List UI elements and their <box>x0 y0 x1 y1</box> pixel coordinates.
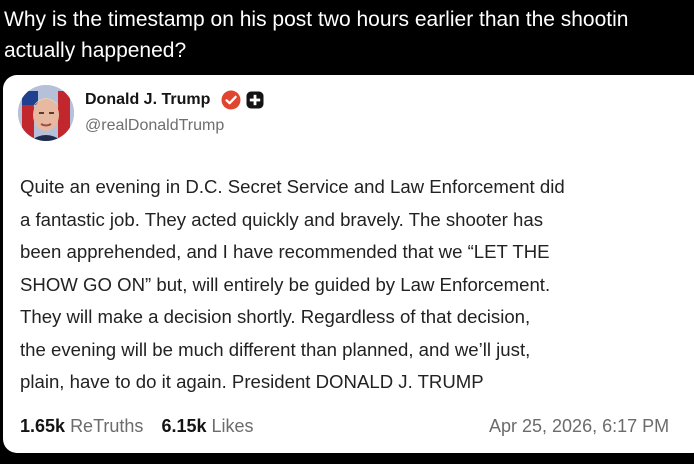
question-text: Why is the timestamp on his post two hou… <box>4 4 692 66</box>
retruths-label: ReTruths <box>70 416 144 436</box>
verified-badge-icon <box>221 90 241 110</box>
post-body-line: been apprehended, and I have recommended… <box>20 241 550 262</box>
post-body-line: SHOW GO ON” but, will entirely be guided… <box>20 273 551 295</box>
retruths-stat[interactable]: 1.65k ReTruths <box>20 416 143 437</box>
author-handle[interactable]: @realDonaldTrump <box>85 117 224 135</box>
likes-label: Likes <box>211 416 254 436</box>
post-body-line: a fantastic job. They acted quickly and … <box>20 208 543 230</box>
post-card[interactable]: Donald J. Trump @realDonaldTrump Quite a… <box>3 75 694 453</box>
likes-stat[interactable]: 6.15k Likes <box>161 416 253 437</box>
avatar-image <box>18 85 74 141</box>
post-body-line: plain, have to do it again. President DO… <box>20 371 484 392</box>
post-timestamp[interactable]: Apr 25, 2026, 6:17 PM <box>489 416 669 437</box>
post-body-line: Quite an evening in D.C. Secret Service … <box>20 176 565 197</box>
post-body-line: They will make a decision shortly. Regar… <box>20 306 531 327</box>
likes-count: 6.15k <box>161 416 207 436</box>
post-footer: 1.65k ReTruths 6.15k Likes Apr 25, 2026,… <box>20 416 690 437</box>
screenshot-root: Why is the timestamp on his post two hou… <box>0 0 694 464</box>
author-name[interactable]: Donald J. Trump <box>85 91 210 109</box>
retruths-count: 1.65k <box>20 416 66 436</box>
question-line-1: Why is the timestamp on his post two hou… <box>4 8 629 31</box>
question-line-2: actually happened? <box>4 39 187 62</box>
post-body: Quite an evening in D.C. Secret Service … <box>20 171 694 399</box>
plus-badge-icon <box>246 91 264 109</box>
avatar[interactable] <box>18 85 74 141</box>
post-body-line: the evening will be much different than … <box>20 338 531 360</box>
